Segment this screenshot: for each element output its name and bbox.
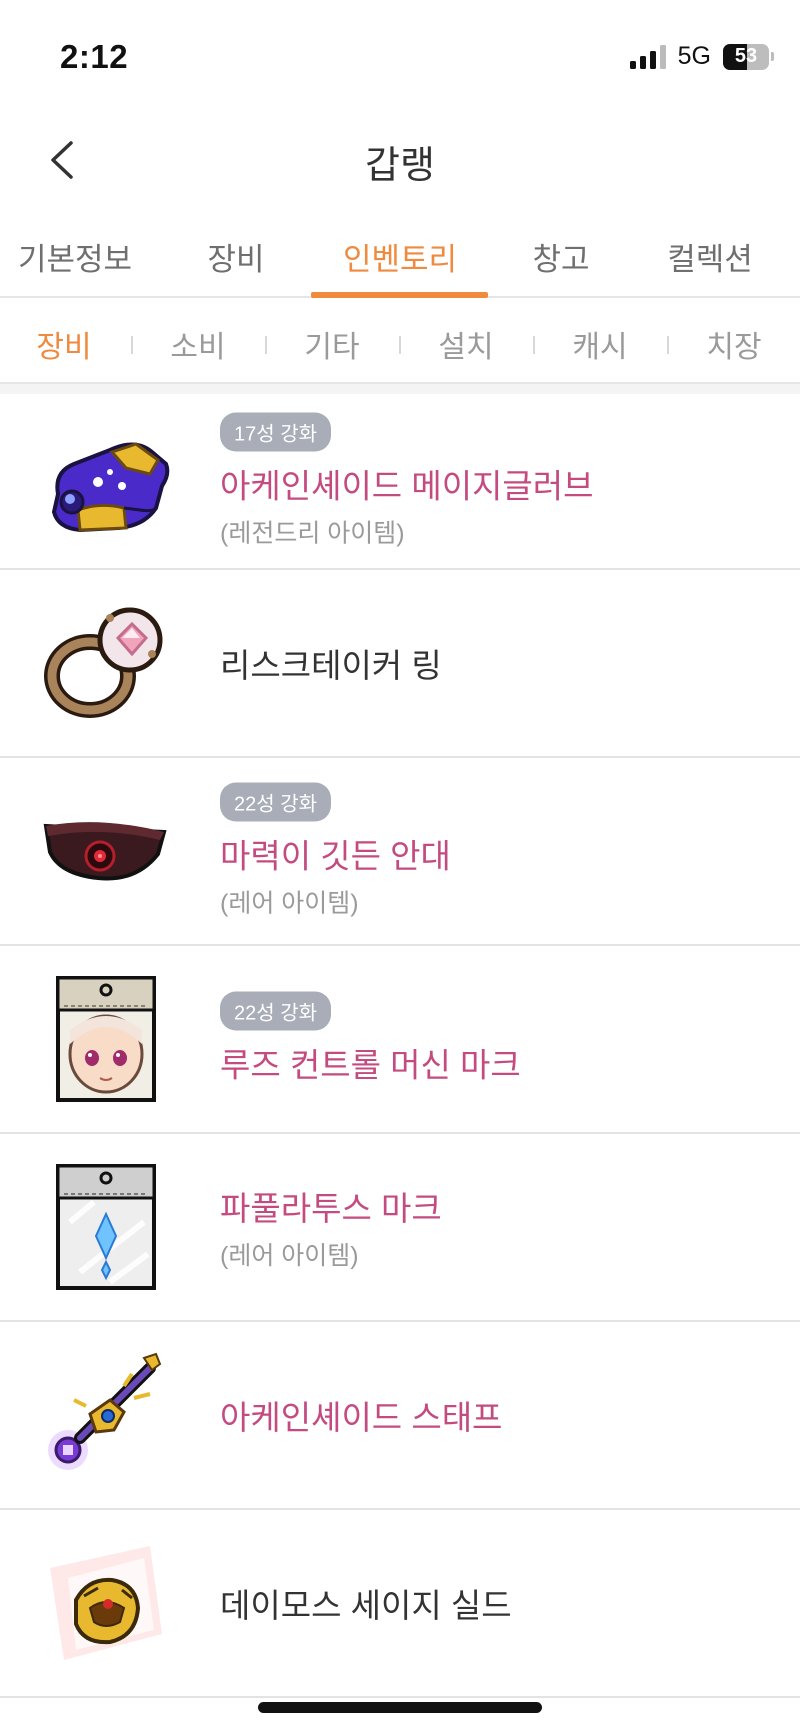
sub-tabs: 장비 소비 기타 설치 캐시 치장 — [0, 298, 800, 384]
subtab-cash[interactable]: 캐시 — [572, 322, 627, 366]
tab-equipment[interactable]: 장비 — [207, 234, 264, 279]
star-force-badge: 17성 강화 — [220, 412, 332, 452]
item-list: 17성 강화 아케인셰이드 메이지글러브 (레전드리 아이템) 리스크테이커 링 — [0, 394, 800, 1698]
list-item[interactable]: 리스크테이커 링 — [0, 570, 800, 758]
item-grade: (레전드리 아이템) — [220, 519, 405, 548]
item-name: 아케인셰이드 스태프 — [220, 1399, 503, 1436]
item-text: 22성 강화 루즈 컨트롤 머신 마크 — [220, 991, 521, 1087]
subtab-etc[interactable]: 기타 — [304, 322, 359, 366]
shield-icon — [40, 1538, 170, 1668]
section-gap — [0, 384, 800, 394]
subtab-divider — [399, 336, 401, 354]
network-label: 5G — [677, 42, 711, 70]
star-force-badge: 22성 강화 — [220, 991, 332, 1031]
status-indicators: 5G 53 — [629, 42, 774, 71]
item-text: 데이모스 세이지 실드 — [220, 1579, 512, 1627]
glove-icon — [40, 416, 170, 546]
item-text: 17성 강화 아케인셰이드 메이지글러브 (레전드리 아이템) — [220, 412, 594, 550]
item-name: 루즈 컨트롤 머신 마크 — [220, 1046, 521, 1084]
list-item[interactable]: 22성 강화 루즈 컨트롤 머신 마크 — [0, 946, 800, 1134]
eyepatch-icon — [40, 786, 170, 916]
item-grade: (레어 아이템) — [220, 1242, 359, 1270]
status-bar: 2:12 5G 53 — [0, 0, 800, 110]
battery-icon: 53 — [723, 43, 774, 70]
item-text: 22성 강화 마력이 깃든 안대 (레어 아이템) — [220, 782, 451, 920]
status-time: 2:12 — [60, 38, 129, 75]
home-indicator[interactable] — [258, 1702, 542, 1713]
list-item[interactable]: 데이모스 세이지 실드 — [0, 1510, 800, 1698]
item-text: 아케인셰이드 스태프 — [220, 1391, 502, 1439]
subtab-divider — [131, 336, 133, 354]
subtab-decoration[interactable]: 치장 — [706, 322, 761, 366]
tab-collection[interactable]: 컬렉션 — [667, 234, 753, 279]
list-item[interactable]: 파풀라투스 마크 (레어 아이템) — [0, 1134, 800, 1322]
subtab-divider — [265, 336, 267, 354]
item-grade: (레어 아이템) — [220, 889, 359, 918]
staff-icon — [40, 1350, 170, 1480]
main-tabs: 기본정보 장비 인벤토리 창고 컬렉션 — [0, 210, 800, 298]
star-force-badge: 22성 강화 — [220, 782, 332, 822]
list-item[interactable]: 17성 강화 아케인셰이드 메이지글러브 (레전드리 아이템) — [0, 394, 800, 570]
tab-inventory[interactable]: 인벤토리 — [343, 234, 457, 279]
item-name: 마력이 깃든 안대 — [220, 837, 451, 875]
item-name: 파풀라투스 마크 — [220, 1190, 442, 1227]
item-text: 파풀라투스 마크 (레어 아이템) — [220, 1182, 442, 1272]
subtab-divider — [533, 336, 535, 354]
item-name: 리스크테이커 링 — [220, 647, 442, 684]
face-mark-icon — [40, 974, 170, 1104]
page-title: 갑랭 — [365, 145, 435, 187]
item-text: 리스크테이커 링 — [220, 639, 442, 687]
tab-storage[interactable]: 창고 — [532, 234, 589, 279]
item-name: 데이모스 세이지 실드 — [220, 1587, 512, 1624]
battery-level: 53 — [734, 45, 758, 67]
subtab-equipment[interactable]: 장비 — [36, 322, 91, 366]
list-item[interactable]: 22성 강화 마력이 깃든 안대 (레어 아이템) — [0, 758, 800, 946]
ring-icon — [40, 598, 170, 728]
signal-icon — [629, 44, 666, 69]
subtab-divider — [667, 336, 669, 354]
crystal-mark-icon — [40, 1162, 170, 1292]
subtab-consumable[interactable]: 소비 — [170, 322, 225, 366]
list-item[interactable]: 아케인셰이드 스태프 — [0, 1322, 800, 1510]
item-name: 아케인셰이드 메이지글러브 — [220, 467, 594, 505]
nav-header: 갑랭 — [0, 110, 800, 210]
tab-basic-info[interactable]: 기본정보 — [18, 234, 132, 279]
subtab-setup[interactable]: 설치 — [438, 322, 493, 366]
